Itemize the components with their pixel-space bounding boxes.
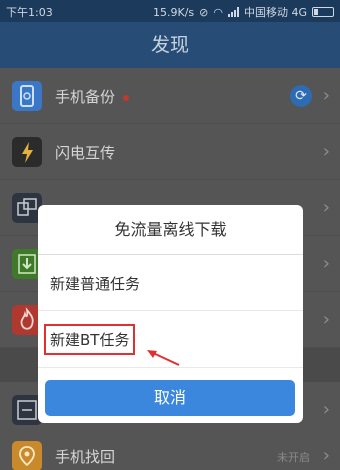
chevron-right-icon: › bbox=[322, 253, 330, 274]
signal-icon bbox=[227, 7, 239, 17]
sync-icon[interactable]: ⟳ bbox=[290, 85, 312, 107]
option-label: 新建普通任务 bbox=[50, 275, 141, 293]
chevron-right-icon: › bbox=[322, 85, 330, 106]
page-title: 发现 bbox=[0, 22, 340, 68]
chevron-right-icon: › bbox=[322, 197, 330, 218]
mute-icon: ⊘ bbox=[199, 5, 209, 19]
option-label: 新建BT任务 bbox=[44, 324, 136, 355]
status-right: 15.9K/s ⊘ ◠ 中国移动 4G bbox=[153, 4, 334, 20]
status-bar: 下午1:03 15.9K/s ⊘ ◠ 中国移动 4G bbox=[0, 0, 340, 22]
lightning-icon bbox=[12, 137, 42, 167]
battery-icon bbox=[312, 7, 334, 17]
status-time: 下午1:03 bbox=[6, 6, 53, 19]
new-dot-badge bbox=[123, 94, 130, 101]
annotation-arrow-icon bbox=[147, 350, 180, 366]
carrier-label: 中国移动 4G bbox=[243, 6, 307, 19]
dialog-title: 免流量离线下载 bbox=[38, 205, 303, 255]
list-item-label: 闪电互传 bbox=[55, 144, 116, 162]
network-speed: 15.9K/s bbox=[152, 5, 195, 19]
offline-download-dialog: 免流量离线下载 新建普通任务 新建BT任务 取消 bbox=[38, 205, 303, 423]
list-item-flash-transfer[interactable]: 闪电互传 › bbox=[0, 124, 340, 180]
list-item-label: 手机备份 bbox=[55, 86, 130, 107]
cancel-button[interactable]: 取消 bbox=[45, 380, 295, 416]
location-icon bbox=[12, 441, 42, 470]
chevron-right-icon: › bbox=[322, 309, 330, 330]
wifi-icon: ◠ bbox=[213, 5, 223, 19]
phone-backup-icon bbox=[12, 81, 42, 111]
chevron-right-icon: › bbox=[322, 445, 330, 466]
chevron-right-icon: › bbox=[322, 399, 330, 420]
chevron-right-icon: › bbox=[322, 141, 330, 162]
list-item-phone-backup[interactable]: 手机备份 ⟳ › bbox=[0, 68, 340, 124]
list-item-label: 手机找回 bbox=[55, 448, 116, 466]
status-text: 未开启 bbox=[277, 451, 310, 464]
list-item-phone-find[interactable]: 手机找回 未开启 › bbox=[0, 428, 340, 470]
new-normal-task-option[interactable]: 新建普通任务 bbox=[38, 255, 303, 311]
